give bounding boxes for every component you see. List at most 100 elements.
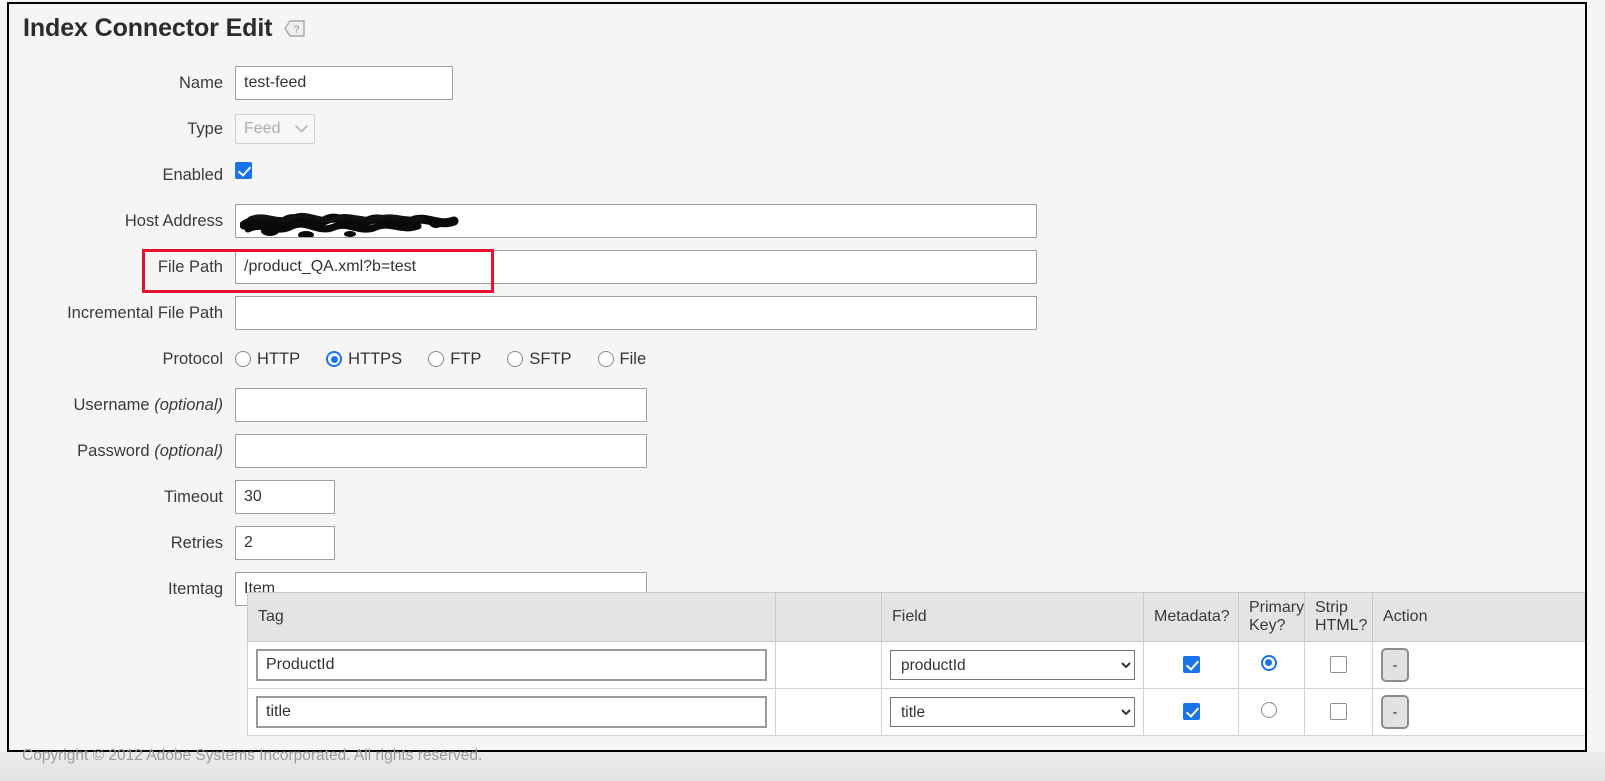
incremental-file-path-input[interactable] — [235, 296, 1037, 330]
column-header-spacer — [775, 592, 882, 642]
cell-tag — [247, 688, 776, 736]
type-select[interactable]: Feed — [235, 114, 315, 144]
cell-strip-html — [1304, 641, 1373, 689]
name-input[interactable] — [235, 66, 453, 100]
strip-html-checkbox[interactable] — [1330, 703, 1347, 721]
cell-field: title — [881, 688, 1144, 736]
type-select-value: Feed — [244, 120, 281, 137]
protocol-option-ftp[interactable]: FTP — [428, 350, 481, 369]
remove-row-button[interactable]: - — [1381, 695, 1409, 729]
connector-form: Name Type Feed Enabled — [9, 66, 1585, 618]
cell-strip-html — [1304, 688, 1373, 736]
primary-key-radio[interactable] — [1260, 701, 1277, 718]
label-file-path: File Path — [157, 258, 223, 276]
svg-text:?: ? — [294, 25, 300, 36]
cell-metadata — [1143, 688, 1239, 736]
tag-field-mapping-table: Tag Field Metadata? Primary Key? Strip H… — [247, 592, 1585, 736]
row-host-address: Host Address — [9, 204, 1585, 238]
label-host-address: Host Address — [124, 212, 223, 230]
label-timeout: Timeout — [164, 488, 223, 506]
enabled-checkbox[interactable] — [235, 161, 252, 179]
cell-primary-key — [1238, 688, 1305, 736]
label-password-optional: (optional) — [154, 442, 223, 460]
redaction-scribble — [240, 212, 459, 237]
label-password-text: Password — [77, 442, 150, 460]
label-username-text: Username — [73, 396, 150, 414]
username-input[interactable] — [235, 388, 647, 422]
protocol-label-sftp: SFTP — [529, 349, 572, 368]
row-timeout: Timeout — [9, 480, 1585, 514]
column-header-primary-key: Primary Key? — [1238, 592, 1305, 642]
protocol-option-file[interactable]: File — [597, 349, 647, 369]
protocol-label-https: HTTPS — [348, 349, 403, 368]
field-select[interactable]: title — [890, 697, 1135, 727]
label-password: Password (optional) — [9, 434, 235, 468]
protocol-label-ftp: FTP — [450, 349, 482, 368]
label-protocol: Protocol — [162, 350, 223, 368]
row-username: Username (optional) — [9, 388, 1585, 422]
cell-tag — [247, 641, 776, 689]
column-header-strip-html-line2: HTML? — [1315, 617, 1368, 634]
row-password: Password (optional) — [9, 434, 1585, 468]
protocol-option-http[interactable]: HTTP — [235, 350, 300, 369]
column-header-field: Field — [881, 592, 1144, 642]
field-select[interactable]: productId — [890, 650, 1135, 680]
row-protocol: Protocol HTTP HTTPS FTP SFTP File — [9, 342, 1585, 376]
metadata-checkbox[interactable] — [1182, 656, 1200, 674]
chevron-down-icon — [295, 123, 308, 135]
cell-spacer — [775, 688, 882, 736]
password-input[interactable] — [235, 434, 647, 468]
index-connector-edit-window: Index Connector Edit ? Name Type Feed — [7, 2, 1587, 752]
remove-row-button[interactable]: - — [1381, 648, 1409, 682]
cell-spacer — [775, 641, 882, 689]
column-header-strip-html: Strip HTML? — [1304, 592, 1373, 642]
label-name: Name — [178, 74, 223, 92]
label-incremental-file-path: Incremental File Path — [67, 304, 223, 322]
label-type: Type — [187, 120, 223, 138]
cell-metadata — [1143, 641, 1239, 689]
protocol-option-https[interactable]: HTTPS — [326, 350, 402, 369]
retries-input[interactable] — [235, 526, 335, 560]
title-row: Index Connector Edit ? — [23, 14, 306, 43]
protocol-radio-file[interactable] — [597, 351, 614, 367]
screenshot-root: Index Connector Edit ? Name Type Feed — [0, 0, 1605, 781]
column-header-strip-html-line1: Strip — [1315, 599, 1348, 616]
help-question-icon[interactable]: ? — [284, 20, 306, 37]
primary-key-radio[interactable] — [1260, 654, 1277, 671]
row-enabled: Enabled — [9, 158, 1585, 192]
cell-field: productId — [881, 641, 1144, 689]
label-retries: Retries — [170, 534, 223, 552]
cell-primary-key — [1238, 641, 1305, 689]
row-file-path: File Path — [9, 250, 1585, 284]
host-address-input[interactable] — [235, 204, 1037, 238]
protocol-option-sftp[interactable]: SFTP — [507, 349, 572, 369]
table-head: Tag Field Metadata? Primary Key? Strip H… — [247, 592, 1585, 642]
row-name: Name — [9, 66, 1585, 100]
file-path-input[interactable] — [235, 250, 1037, 284]
cell-action: - — [1372, 688, 1585, 736]
cell-action: - — [1372, 641, 1585, 689]
label-enabled: Enabled — [162, 166, 223, 184]
label-itemtag: Itemtag — [167, 580, 223, 598]
tag-input[interactable] — [256, 696, 767, 728]
strip-html-checkbox[interactable] — [1330, 656, 1347, 674]
column-header-primary-key-line2: Key? — [1249, 617, 1286, 634]
protocol-radio-sftp[interactable] — [507, 351, 524, 367]
metadata-checkbox[interactable] — [1182, 703, 1200, 721]
protocol-label-http: HTTP — [257, 349, 301, 368]
label-username-optional: (optional) — [154, 396, 223, 414]
protocol-radio-http[interactable] — [235, 351, 251, 367]
protocol-radio-https[interactable] — [326, 351, 343, 367]
protocol-radio-group: HTTP HTTPS FTP SFTP File — [235, 342, 672, 376]
enabled-checkbox-wrap — [235, 158, 252, 182]
tag-input[interactable] — [256, 649, 767, 681]
row-type: Type Feed — [9, 112, 1585, 146]
timeout-input[interactable] — [235, 480, 335, 514]
page-title: Index Connector Edit — [23, 14, 273, 42]
table-body: productId - — [247, 641, 1585, 736]
table-header-row: Tag Field Metadata? Primary Key? Strip H… — [247, 592, 1585, 642]
protocol-radio-ftp[interactable] — [428, 351, 445, 367]
protocol-label-file: File — [619, 349, 647, 368]
footer-copyright: Copyright © 2012 Adobe Systems Incorpora… — [22, 747, 483, 764]
table-row: title - — [247, 688, 1585, 736]
